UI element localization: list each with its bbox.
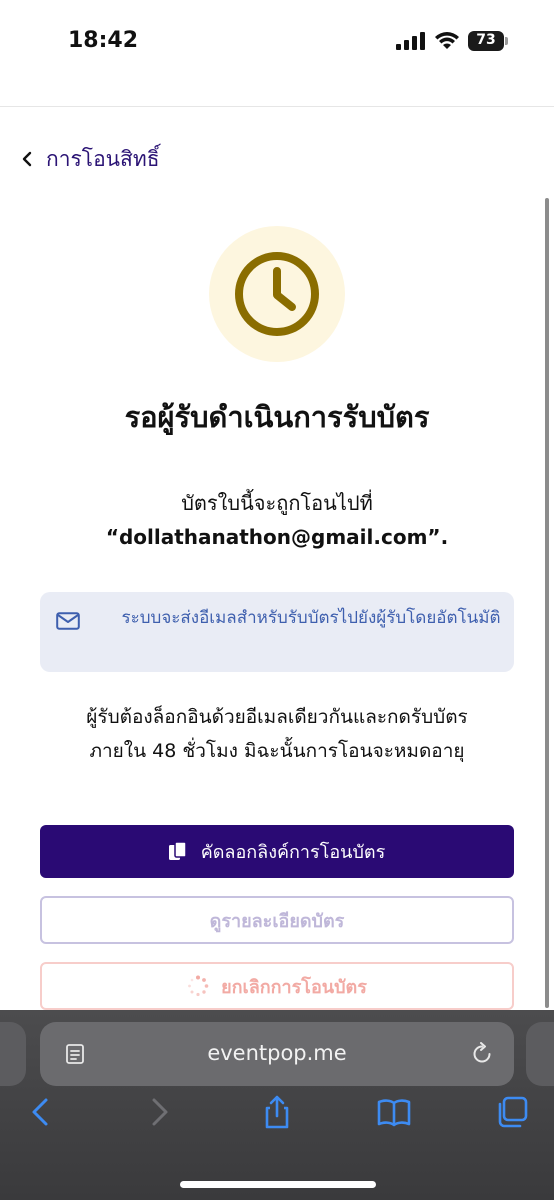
clock-icon: [235, 252, 319, 336]
wifi-icon: [435, 32, 459, 49]
scroll-indicator[interactable]: [545, 198, 549, 1008]
expiry-note: ผู้รับต้องล็อกอินด้วยอีเมลเดียวกันและกดร…: [26, 700, 528, 768]
status-time: 18:42: [68, 28, 139, 53]
address-bar[interactable]: eventpop.me: [40, 1022, 514, 1086]
expiry-note-line2: ภายใน 48 ชั่วโมง มิฉะนั้นการโอนจะหมดอายุ: [89, 740, 465, 762]
reload-icon[interactable]: [470, 1042, 494, 1066]
status-bar: 18:42 73: [0, 0, 554, 80]
transfer-description-text: บัตรใบนี้จะถูกโอนไปที่: [181, 491, 373, 515]
cellular-signal-icon: [396, 32, 425, 50]
mail-icon: [56, 612, 80, 630]
transfer-description: บัตรใบนี้จะถูกโอนไปที่ “dollathanathon@g…: [0, 486, 554, 554]
page-title: รอผู้รับดำเนินการรับบัตร: [124, 400, 430, 434]
share-icon[interactable]: [259, 1094, 295, 1130]
back-icon[interactable]: [22, 1094, 58, 1130]
spinner-icon: [188, 975, 209, 997]
auto-email-info-text: ระบบจะส่งอีเมลสำหรับรับบัตรไปยังผู้รับโด…: [121, 608, 501, 628]
home-indicator: [180, 1181, 376, 1188]
next-tab-preview[interactable]: [526, 1022, 554, 1086]
bookmarks-icon[interactable]: [376, 1094, 412, 1130]
url-text[interactable]: eventpop.me: [40, 1041, 514, 1065]
back-link[interactable]: การโอนสิทธิ์: [20, 144, 160, 174]
chevron-left-icon: [22, 151, 32, 167]
previous-tab-preview[interactable]: [0, 1022, 26, 1086]
back-label: การโอนสิทธิ์: [46, 146, 160, 171]
battery-icon: 73: [468, 31, 508, 51]
status-icon-badge: [209, 226, 345, 362]
cancel-transfer-button[interactable]: ยกเลิกการโอนบัตร: [40, 962, 514, 1010]
battery-level: 73: [476, 32, 496, 48]
recipient-email: “dollathanathon@gmail.com”.: [105, 525, 449, 549]
view-ticket-details-label: ดูรายละเอียดบัตร: [209, 910, 345, 932]
copy-transfer-link-label: คัดลอกลิงค์การโอนบัตร: [200, 842, 386, 863]
auto-email-info-box: ระบบจะส่งอีเมลสำหรับรับบัตรไปยังผู้รับโด…: [40, 592, 514, 672]
copy-transfer-link-button[interactable]: คัดลอกลิงค์การโอนบัตร: [40, 825, 514, 878]
header-divider: [0, 106, 554, 107]
cancel-transfer-label: ยกเลิกการโอนบัตร: [221, 976, 367, 998]
tabs-icon[interactable]: [494, 1094, 530, 1130]
copy-icon: [168, 841, 187, 860]
forward-icon[interactable]: [142, 1094, 178, 1130]
view-ticket-details-button[interactable]: ดูรายละเอียดบัตร: [40, 896, 514, 944]
expiry-note-line1: ผู้รับต้องล็อกอินด้วยอีเมลเดียวกันและกดร…: [86, 706, 468, 728]
